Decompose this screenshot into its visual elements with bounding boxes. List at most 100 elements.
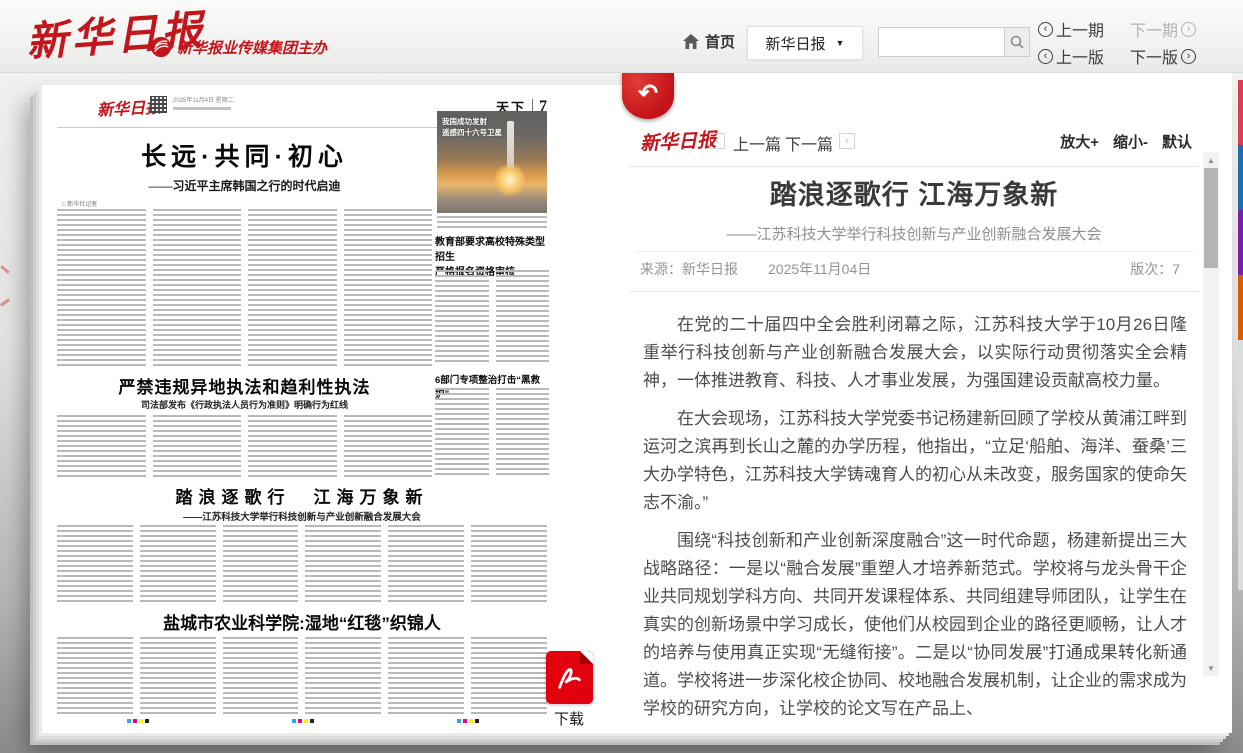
scroll-up-icon[interactable]: ▲ <box>1203 152 1219 168</box>
rocket-launch-photo: 我国成功发射 遥感四十六号卫星 <box>437 111 547 213</box>
pdf-download-button[interactable]: 下载 <box>544 651 594 729</box>
article-paragraph: 在大会现场，江苏科技大学党委书记杨建新回顾了学校从黄浦江畔到运河之滨再到长山之麓… <box>643 405 1187 517</box>
qr-code-icon <box>150 96 167 113</box>
issue-pager-row: ‹ 上一期 下一期 › <box>1038 17 1218 41</box>
home-link[interactable]: 首页 <box>683 31 735 52</box>
home-label: 首页 <box>705 31 735 52</box>
article-date: 2025年11月04日 <box>768 259 871 279</box>
zoom-default-button[interactable]: 默认 <box>1162 131 1192 152</box>
issue-page-pager: ‹ 上一期 下一期 › ‹ 上一版 下一版 › <box>1038 17 1218 71</box>
law-text-columns <box>57 415 432 477</box>
faux-text-column <box>344 415 433 477</box>
prev-article-button[interactable]: 上一篇 <box>733 131 781 155</box>
prev-issue-button[interactable]: ‹ 上一期 <box>1038 17 1104 41</box>
newspaper-page-view[interactable]: 新华日报 2025年11月4日 星期二 天下 7 长远·共同·初心 ——习近平主… <box>42 85 607 733</box>
newspaper-dateline: 2025年11月4日 星期二 <box>173 97 234 110</box>
lead-subhead: ——习近平主席韩国之行的时代启迪 <box>57 177 432 194</box>
faux-text-column <box>223 637 299 717</box>
meta-divider-top <box>635 251 1193 252</box>
cmyk-registration-marks <box>127 719 149 723</box>
article-scrollbar[interactable]: ▲ ▼ <box>1203 152 1219 676</box>
next-article-icon[interactable]: › <box>839 133 855 149</box>
return-button[interactable]: ↶ <box>622 73 674 119</box>
feature-subhead: ——江苏科技大学举行科技创新与产业创新融合发展大会 <box>57 509 547 523</box>
faux-text-column <box>223 525 299 605</box>
sponsor-text: 新华报业传媒集团主办 <box>177 37 327 58</box>
text-zoom-controls: 放大+ 缩小- 默认 <box>1060 131 1192 152</box>
faux-text-column <box>153 415 242 477</box>
rocket-shape <box>507 121 514 169</box>
faux-text-column <box>248 415 337 477</box>
download-label: 下载 <box>544 708 594 729</box>
faux-text-column <box>57 209 146 367</box>
prev-issue-label: 上一期 <box>1056 17 1104 41</box>
scrollbar-thumb[interactable] <box>1204 168 1218 268</box>
next-issue-label: 下一期 <box>1130 17 1178 41</box>
faux-text-column <box>388 637 464 717</box>
law-subhead: 司法部发布《行政执法人员行为准则》明确行为红线 <box>57 398 432 411</box>
acrobat-logo-icon <box>554 663 584 693</box>
home-icon <box>683 34 699 49</box>
faux-text-column <box>153 209 242 367</box>
chevron-down-icon: ▼ <box>836 38 845 48</box>
share-item-purple[interactable] <box>1238 210 1243 275</box>
reader-toolbar: 新华日报 ‹ 上一篇 下一篇 › 放大+ 缩小- 默认 <box>625 125 1232 161</box>
prev-page-button[interactable]: ‹ 上一版 <box>1038 44 1104 68</box>
share-item-red[interactable] <box>1238 80 1243 145</box>
article-paragraph: 围绕“科技创新和产业创新深度融合”这一时代命题，杨建新提出三大战略路径：一是以“… <box>643 527 1187 723</box>
circle-right-icon: › <box>1181 49 1196 64</box>
searchbar <box>878 27 1030 57</box>
next-issue-button[interactable]: 下一期 › <box>1130 17 1196 41</box>
faux-text-column <box>140 637 216 717</box>
reader-logo: 新华日报 <box>639 125 716 156</box>
law-headline: 严禁违规异地执法和趋利性执法 <box>57 373 432 398</box>
search-button[interactable] <box>1004 27 1030 57</box>
faux-text-column <box>57 415 146 477</box>
stage-background: 新华日报 2025年11月4日 星期二 天下 7 长远·共同·初心 ——习近平主… <box>0 73 1243 753</box>
faux-text-column <box>435 388 489 477</box>
next-article-button[interactable]: 下一篇 <box>785 131 833 155</box>
wetland-headline: 盐城市农业科学院:湿地“红毯”织锦人 <box>57 609 547 634</box>
share-item-blue[interactable] <box>1238 145 1243 210</box>
faux-text-column <box>140 525 216 605</box>
background-mark <box>0 298 10 306</box>
zoom-in-button[interactable]: 放大+ <box>1060 131 1099 152</box>
faux-text-column <box>435 270 489 362</box>
edition-dropdown[interactable]: 新华日报 ▼ <box>747 26 863 60</box>
faux-text-column <box>471 525 547 605</box>
flame-shape <box>495 163 525 197</box>
share-toolbar-track <box>1238 340 1243 590</box>
newspaper-date: 2025年11月4日 星期二 <box>173 98 234 104</box>
faux-text-column <box>344 209 433 367</box>
article-page-number: 版次：7 <box>1130 259 1180 279</box>
circle-left-icon: ‹ <box>1038 22 1053 37</box>
circle-right-icon: › <box>1181 22 1196 37</box>
scroll-down-icon[interactable]: ▼ <box>1203 660 1219 676</box>
toolbar-divider <box>629 166 1199 167</box>
feature-headline: 踏浪逐歌行 江海万象新 <box>57 483 547 508</box>
zoom-out-button[interactable]: 缩小- <box>1113 131 1148 152</box>
article-body: 在党的二十届四中全会胜利闭幕之际，江苏科技大学于10月26日隆重举行科技创新与产… <box>643 311 1187 733</box>
faux-text-column <box>305 637 381 717</box>
page: 新华日报 新华报业传媒集团主办 首页 新华日报 ▼ <box>0 0 1243 753</box>
background-mark <box>0 265 10 274</box>
next-page-button[interactable]: 下一版 › <box>1130 44 1196 68</box>
faux-text-column <box>248 209 337 367</box>
search-input[interactable] <box>878 27 1004 57</box>
return-arrow-icon: ↶ <box>638 79 658 108</box>
search-icon <box>1010 35 1024 49</box>
faux-text-column <box>496 388 550 477</box>
circle-left-icon: ‹ <box>1038 49 1053 64</box>
share-toolbar-edge[interactable] <box>1238 80 1243 590</box>
faux-text-column <box>471 637 547 717</box>
top-header: 新华日报 新华报业传媒集团主办 首页 新华日报 ▼ <box>0 0 1243 73</box>
rescue-text-columns <box>435 388 549 477</box>
lead-byline: □ 新华社记者 <box>62 199 97 208</box>
faux-text-column <box>57 637 133 717</box>
meta-divider-bottom <box>629 291 1199 292</box>
prev-article-icon[interactable]: ‹ <box>709 133 725 149</box>
article-meta: 来源：新华日报 2025年11月04日 版次：7 <box>640 259 1188 283</box>
edu-text-columns <box>435 270 549 362</box>
share-item-orange[interactable] <box>1238 275 1243 340</box>
article-source: 来源：新华日报 <box>640 259 738 279</box>
